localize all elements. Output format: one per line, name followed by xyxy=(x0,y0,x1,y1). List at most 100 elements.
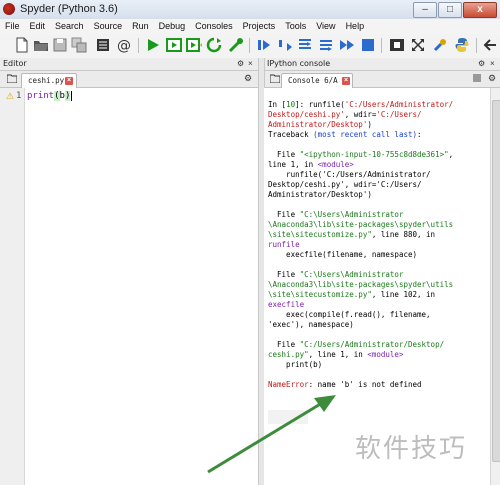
run-selection-icon[interactable] xyxy=(206,37,222,53)
code-editor[interactable]: ⚠ 1 print(b) xyxy=(0,88,258,485)
console-line: File "C:\Users\Administrator xyxy=(268,210,403,220)
console-text: File xyxy=(268,340,300,349)
minimize-button[interactable]: – xyxy=(413,2,437,18)
console-line: \site\sitecustomize.py", line 880, in xyxy=(268,230,435,240)
tab-label: ceshi.py xyxy=(28,76,65,85)
menu-search[interactable]: Search xyxy=(50,19,89,34)
close-tab-icon[interactable]: × xyxy=(342,77,350,85)
line-number-gutter xyxy=(0,88,25,485)
debug-step-icon[interactable] xyxy=(256,37,272,53)
console-line: \Anaconda3\lib\site-packages\spyder\util… xyxy=(268,220,453,230)
browse-tabs-icon[interactable] xyxy=(270,74,280,83)
console-text: File xyxy=(268,150,300,159)
save-icon[interactable] xyxy=(52,37,68,53)
step-return-icon[interactable] xyxy=(318,37,334,53)
maximize-pane-icon[interactable] xyxy=(389,37,405,53)
save-all-icon[interactable] xyxy=(71,37,87,53)
console-text: , line 102, in xyxy=(371,290,436,299)
ipython-console-output[interactable]: In [10]: runfile('C:/Users/Administrator… xyxy=(264,88,490,485)
menu-file[interactable]: File xyxy=(0,19,25,34)
console-text: 'C:/Users/Administrator/ xyxy=(344,100,454,109)
console-line: runfile('C:/Users/Administrator/ xyxy=(268,170,431,180)
console-line: \Anaconda3\lib\site-packages\spyder\util… xyxy=(268,280,453,290)
text-cursor xyxy=(71,91,73,101)
menu-tools[interactable]: Tools xyxy=(280,19,311,34)
menu-projects[interactable]: Projects xyxy=(238,19,281,34)
run-icon[interactable] xyxy=(145,37,161,53)
stop-icon[interactable] xyxy=(360,37,376,53)
preferences-icon[interactable] xyxy=(432,37,448,53)
console-line: File "<ipython-input-10-755c8d8de361>", xyxy=(268,150,453,160)
browse-tabs-icon[interactable] xyxy=(7,74,17,83)
tab-options-icon[interactable]: ⚙ xyxy=(488,73,496,84)
close-pane-icon[interactable]: × xyxy=(490,59,495,69)
console-text: Traceback xyxy=(268,130,314,139)
tab-options-icon[interactable]: ⚙ xyxy=(244,73,252,84)
console-line: NameError: name 'b' is not defined xyxy=(268,380,422,390)
undock-icon[interactable]: ⚙ xyxy=(478,59,485,69)
console-text: line 1, in xyxy=(268,160,318,169)
console-text: , wdir= xyxy=(344,110,377,119)
python-path-icon[interactable] xyxy=(454,37,470,53)
console-tab-bar: Console 6/A × ⚙ xyxy=(264,71,500,88)
console-text: ]: runfile( xyxy=(295,100,345,109)
back-icon[interactable] xyxy=(482,37,498,53)
console-line: line 1, in <module> xyxy=(268,160,354,170)
run-cell-advance-icon[interactable] xyxy=(186,37,202,53)
toolbar-separator xyxy=(476,38,477,53)
menu-debug[interactable]: Debug xyxy=(154,19,191,34)
warning-icon[interactable]: ⚠ xyxy=(6,91,14,102)
editor-pane-title: Editor xyxy=(3,59,27,68)
menu-run[interactable]: Run xyxy=(127,19,154,34)
fullscreen-icon[interactable] xyxy=(410,37,426,53)
editor-pane-header: Editor ⚙ × xyxy=(0,58,258,71)
console-text: runfile('C:/Users/Administrator/ xyxy=(268,170,431,179)
continue-icon[interactable] xyxy=(339,37,355,53)
svg-text:@: @ xyxy=(117,38,131,53)
console-line: execfile xyxy=(268,300,304,310)
new-file-icon[interactable] xyxy=(14,37,30,53)
list-icon[interactable] xyxy=(95,37,111,53)
console-text: execfile(filename, namespace) xyxy=(268,250,418,259)
code-function-name: print xyxy=(27,91,55,101)
console-text: Desktop/ceshi.py', wdir='C:/Users/ xyxy=(268,180,422,189)
console-line: execfile(filename, namespace) xyxy=(268,250,417,260)
stop-kernel-icon[interactable] xyxy=(473,74,481,82)
code-paren-close: ) xyxy=(64,91,71,101)
console-scrollbar[interactable] xyxy=(490,88,500,485)
console-line: print(b) xyxy=(268,360,322,370)
console-text: In [ xyxy=(268,100,287,109)
tab-ceshi-py[interactable]: ceshi.py × xyxy=(21,73,77,88)
scrollbar-thumb[interactable] xyxy=(492,100,500,462)
editor-tab-bar: ceshi.py × ⚙ xyxy=(0,71,258,88)
console-text: : xyxy=(417,130,422,139)
console-text: "<ipython-input-10-755c8d8de361>" xyxy=(299,150,449,159)
menu-bar: File Edit Search Source Run Debug Consol… xyxy=(0,19,500,35)
close-button[interactable]: x xyxy=(463,2,497,18)
undock-icon[interactable]: ⚙ xyxy=(237,59,244,69)
debug-icon[interactable] xyxy=(228,37,244,53)
step-over-icon[interactable] xyxy=(277,37,293,53)
title-bar: Spyder (Python 3.6) – □ x xyxy=(0,0,500,20)
open-file-icon[interactable] xyxy=(33,37,49,53)
code-line[interactable]: print(b) xyxy=(27,91,73,101)
menu-help[interactable]: Help xyxy=(341,19,370,34)
at-icon[interactable]: @ xyxy=(116,37,132,53)
menu-edit[interactable]: Edit xyxy=(25,19,51,34)
maximize-button[interactable]: □ xyxy=(438,2,462,18)
console-text: (most recent call last) xyxy=(313,130,418,139)
tab-label: Console 6/A xyxy=(288,76,338,85)
close-tab-icon[interactable]: × xyxy=(65,77,73,85)
menu-consoles[interactable]: Consoles xyxy=(190,19,238,34)
console-text: \site\sitecustomize.py" xyxy=(268,230,372,239)
line-number: 1 xyxy=(16,91,22,101)
close-pane-icon[interactable]: × xyxy=(248,59,253,69)
console-text: <module> xyxy=(317,160,354,169)
menu-source[interactable]: Source xyxy=(89,19,128,34)
console-text: \Anaconda3\lib\site-packages\spyder\util… xyxy=(268,220,454,229)
menu-view[interactable]: View xyxy=(311,19,340,34)
tab-console-6a[interactable]: Console 6/A × xyxy=(281,73,353,88)
step-into-icon[interactable] xyxy=(297,37,313,53)
run-cell-icon[interactable] xyxy=(166,37,182,53)
console-input-area[interactable] xyxy=(268,410,308,424)
